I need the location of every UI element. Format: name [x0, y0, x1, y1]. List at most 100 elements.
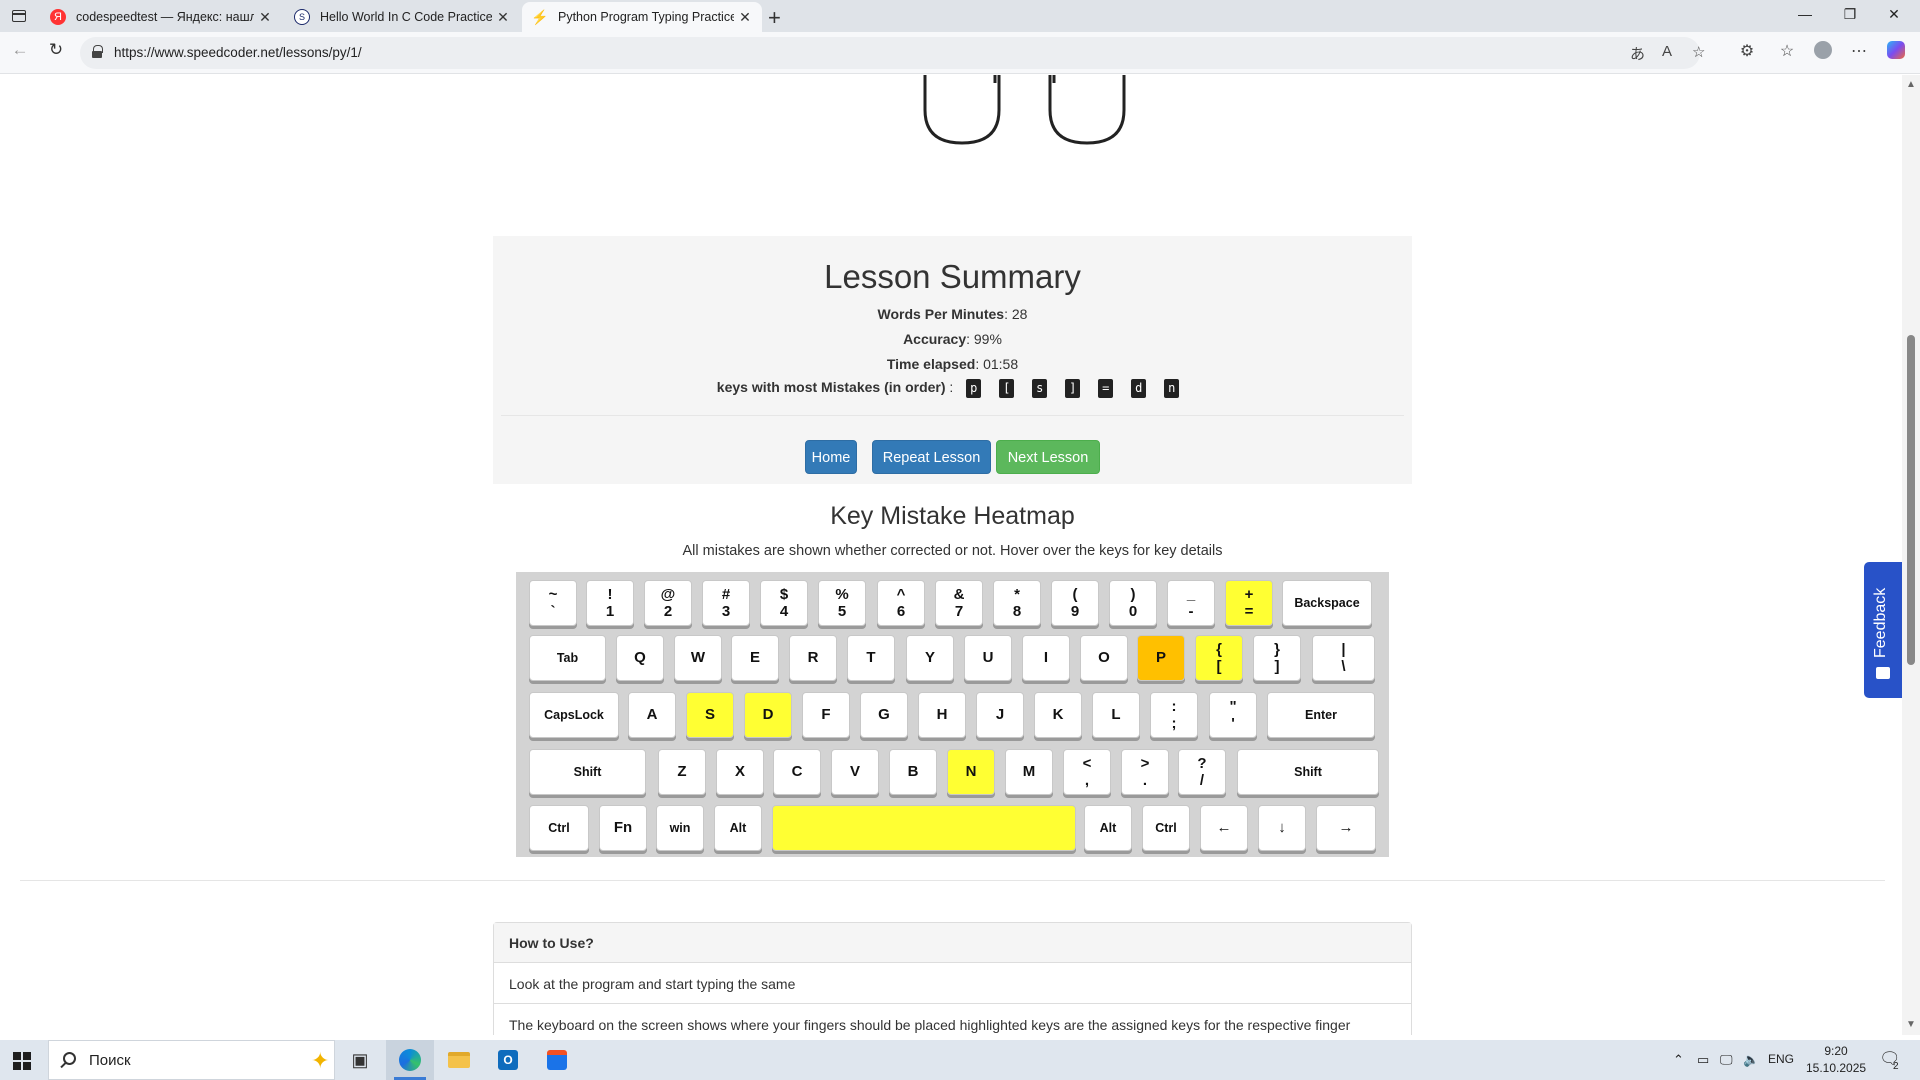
file-explorer-icon[interactable] — [435, 1040, 483, 1080]
tab-hello-world[interactable]: S Hello World In C Code Practice in ✕ — [284, 2, 520, 32]
favorites-icon[interactable]: ☆ — [1776, 41, 1798, 61]
key-u[interactable]: U — [964, 635, 1012, 681]
key-x25-5[interactable]: % 5 — [818, 580, 866, 626]
start-windows-icon[interactable] — [13, 1052, 31, 1070]
network-icon[interactable]: 🖵 — [1720, 1052, 1733, 1068]
meet-icon[interactable]: ▭ — [1697, 1052, 1709, 1068]
key-x40-2[interactable]: @2 — [644, 580, 692, 626]
key-h[interactable]: H — [918, 692, 966, 738]
key-x29-0[interactable]: ) 0 — [1109, 580, 1157, 626]
tray-overflow-icon[interactable]: ⌃ — [1673, 1052, 1684, 1068]
key-x5f--[interactable]: _ - — [1167, 580, 1215, 626]
key-x3f-x2f[interactable]: ? / — [1178, 749, 1226, 795]
key-v[interactable]: V — [831, 749, 879, 795]
new-tab-button[interactable]: + — [768, 5, 781, 31]
close-icon[interactable]: ✕ — [734, 9, 756, 26]
key-x23-3[interactable]: #3 — [702, 580, 750, 626]
key-x2a-8[interactable]: * 8 — [993, 580, 1041, 626]
key-x2190[interactable]: ← — [1200, 805, 1248, 851]
key-x2192[interactable]: → — [1316, 805, 1376, 851]
read-aloud-icon[interactable]: A — [1662, 43, 1672, 60]
key-x3c-x2c[interactable]: <, — [1063, 749, 1111, 795]
restore-icon[interactable]: ❐ — [1840, 6, 1860, 23]
language-indicator[interactable]: ENG — [1768, 1052, 1794, 1066]
key-f[interactable]: F — [802, 692, 850, 738]
key-r[interactable]: R — [789, 635, 837, 681]
key-x21-1[interactable]: ! 1 — [586, 580, 634, 626]
key-x7e-x60[interactable]: ~ ` — [529, 580, 577, 626]
key-ctrl[interactable]: Ctrl — [1142, 805, 1190, 851]
key-x22-x27[interactable]: " ' — [1209, 692, 1257, 738]
repeat-lesson-button[interactable]: Repeat Lesson — [872, 440, 991, 474]
key-x7b-x5b[interactable]: {[ — [1195, 635, 1243, 681]
key-k[interactable]: K — [1034, 692, 1082, 738]
key-fn[interactable]: Fn — [599, 805, 647, 851]
tab-actions-icon[interactable] — [10, 7, 28, 25]
key-x7d-x5d[interactable]: }] — [1253, 635, 1301, 681]
key-w[interactable]: W — [674, 635, 722, 681]
key-e[interactable]: E — [731, 635, 779, 681]
favorite-star-icon[interactable]: ☆ — [1692, 43, 1705, 61]
key-c[interactable]: C — [773, 749, 821, 795]
close-icon[interactable]: ✕ — [492, 9, 514, 26]
key-d[interactable]: D — [744, 692, 792, 738]
key-backspace[interactable]: Backspace — [1282, 580, 1372, 626]
key-a[interactable]: A — [628, 692, 676, 738]
taskbar-clock[interactable]: 9:20 15.10.2025 — [1806, 1043, 1866, 1077]
key-win[interactable]: win — [656, 805, 704, 851]
copilot-icon[interactable] — [1885, 41, 1907, 64]
key-x28-9[interactable]: (9 — [1051, 580, 1099, 626]
key-x7c-x5c[interactable]: | \ — [1312, 635, 1375, 681]
volume-icon[interactable]: 🔈 — [1743, 1052, 1759, 1068]
key-x24-4[interactable]: $4 — [760, 580, 808, 626]
tab-yandex[interactable]: Я codespeedtest — Яндекс: нашлось ✕ — [40, 2, 282, 32]
key-p[interactable]: P — [1137, 635, 1185, 681]
key-capslock[interactable]: CapsLock — [529, 692, 619, 738]
lock-icon[interactable] — [92, 45, 103, 58]
key-t[interactable]: T — [847, 635, 895, 681]
feedback-tab[interactable]: Feedback — [1864, 562, 1902, 698]
key-x2193[interactable]: ↓ — [1258, 805, 1306, 851]
scrollbar-thumb[interactable] — [1907, 335, 1915, 665]
key-ctrl[interactable]: Ctrl — [529, 805, 589, 851]
minimize-icon[interactable]: — — [1795, 6, 1815, 22]
key-x3a-x3b[interactable]: :; — [1150, 692, 1198, 738]
profile-avatar-icon[interactable] — [1812, 41, 1834, 64]
task-view-icon[interactable]: ▣ — [336, 1040, 384, 1080]
key-alt[interactable]: Alt — [714, 805, 762, 851]
key-x[interactable]: X — [716, 749, 764, 795]
key-space[interactable] — [772, 805, 1076, 851]
edge-app-icon[interactable] — [386, 1040, 434, 1080]
close-icon[interactable]: ✕ — [254, 9, 276, 26]
scroll-down-icon[interactable]: ▼ — [1906, 1019, 1916, 1030]
key-i[interactable]: I — [1022, 635, 1070, 681]
key-s[interactable]: S — [686, 692, 734, 738]
key-enter[interactable]: Enter — [1267, 692, 1375, 738]
key-alt[interactable]: Alt — [1084, 805, 1132, 851]
outlook-icon[interactable]: O — [484, 1040, 532, 1080]
key-j[interactable]: J — [976, 692, 1024, 738]
key-y[interactable]: Y — [906, 635, 954, 681]
store-icon[interactable] — [533, 1040, 581, 1080]
next-lesson-button[interactable]: Next Lesson — [996, 440, 1100, 474]
key-g[interactable]: G — [860, 692, 908, 738]
key-z[interactable]: Z — [658, 749, 706, 795]
window-close-icon[interactable]: ✕ — [1884, 6, 1904, 23]
key-x5e-6[interactable]: ^ 6 — [877, 580, 925, 626]
key-x26-7[interactable]: & 7 — [935, 580, 983, 626]
key-q[interactable]: Q — [616, 635, 664, 681]
key-tab[interactable]: Tab — [529, 635, 606, 681]
key-shift[interactable]: Shift — [529, 749, 646, 795]
key-m[interactable]: M — [1005, 749, 1053, 795]
key-shift[interactable]: Shift — [1237, 749, 1379, 795]
home-button[interactable]: Home — [805, 440, 857, 474]
taskbar-search[interactable]: Поиск ✦ — [48, 1040, 335, 1080]
tab-python-practice[interactable]: ⚡ Python Program Typing Practice | ✕ — [522, 2, 762, 32]
key-l[interactable]: L — [1092, 692, 1140, 738]
refresh-icon[interactable]: ↻ — [44, 40, 68, 60]
translate-icon[interactable]: あ — [1630, 43, 1645, 64]
key-o[interactable]: O — [1080, 635, 1128, 681]
url-field[interactable]: https://www.speedcoder.net/lessons/py/1/… — [80, 37, 1705, 69]
key-x3e-x2e[interactable]: >. — [1121, 749, 1169, 795]
key-n[interactable]: N — [947, 749, 995, 795]
